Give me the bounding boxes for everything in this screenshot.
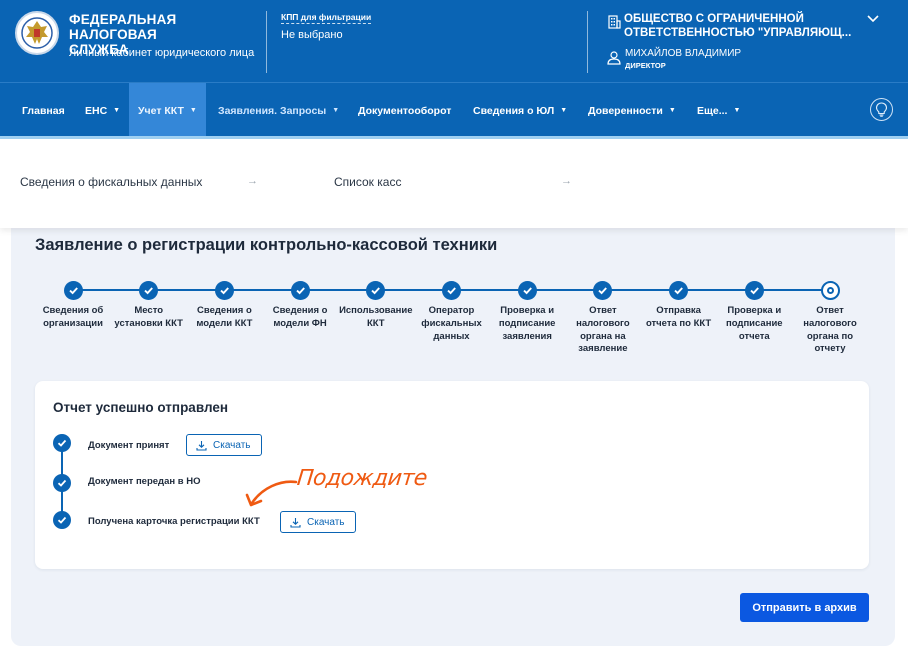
page-title: Заявление о регистрации контрольно-кассо… [35,236,498,254]
caret-down-icon: ▼ [560,107,568,114]
check-icon [53,511,71,529]
user-role: ДИРЕКТОР [625,61,666,70]
arrow-right-icon: → [561,175,572,187]
step-done-check-icon [593,280,613,300]
timeline-event-transferred: Документ передан в НО [88,476,201,487]
step-done-check-icon [517,280,537,300]
step-label: Проверка и подписание заявления [498,305,556,342]
step-done-check-icon [744,280,764,300]
step-label: Использование ККТ [339,305,413,329]
nav-item-label: Еще... [697,104,728,117]
kpp-filter-value[interactable]: Не выбрано [281,29,343,41]
nav-item-documents[interactable]: Документооборот [350,83,459,138]
user-name[interactable]: МИХАЙЛОВ ВЛАДИМИР [625,48,741,59]
organization-name[interactable]: ОБЩЕСТВО С ОГРАНИЧЕННОЙ ОТВЕТСТВЕННОСТЬЮ… [624,12,864,40]
annotation-arrow-icon [245,480,298,507]
step-label: Ответ налогового органа на заявление [576,305,630,355]
nav-item-label: Учет ККТ [138,104,184,117]
step-label: Сведения об организации [42,305,104,329]
nav-item-powers-of-attorney[interactable]: Доверенности ▼ [580,83,684,138]
chevron-down-icon[interactable] [866,12,880,26]
step-label: Сведения о модели ФН [272,305,328,329]
timeline-event-accepted: Документ принят [88,440,170,451]
check-icon [53,474,71,492]
nav-item-label: Документооборот [358,104,452,117]
caret-down-icon: ▼ [113,107,121,114]
nav-item-home[interactable]: Главная [14,83,73,138]
brand-subtitle: Личный кабинет юридического лица [69,47,255,59]
download-button-label: Скачать [213,439,251,451]
main-navigation: Главная ЕНС ▼ Учет ККТ ▼ Заявления. Запрос… [0,82,908,138]
caret-down-icon: ▼ [189,107,197,114]
step-label: Проверка и подписание отчета [726,305,783,342]
nav-item-label: Сведения о ЮЛ [473,104,555,117]
kkt-submenu: Сведения о фискальных данных → Список ка… [0,139,908,228]
timeline-event-card-received: Получена карточка регистрации ККТ [88,516,260,527]
download-icon [290,517,301,528]
kpp-filter-label[interactable]: КПП для фильтрации [281,12,372,24]
step-current-marker [820,280,840,300]
check-icon [53,434,71,452]
download-button-accepted[interactable]: Скачать [186,434,262,456]
top-header: ФЕДЕРАЛЬНАЯ НАЛОГОВАЯ СЛУЖБА Личный каби… [0,0,908,82]
user-icon [607,51,621,65]
lightbulb-icon[interactable] [870,98,893,121]
header-divider [266,11,267,73]
step-label: Отправка отчета по ККТ [645,305,712,329]
download-button-card[interactable]: Скачать [280,511,356,533]
step-done-check-icon [366,280,386,300]
step-done-check-icon [214,280,234,300]
nav-item-applications[interactable]: Заявления. Запросы ▼ [210,83,347,138]
fns-emblem-logo[interactable] [15,11,59,55]
nav-item-label: Заявления. Запросы [218,104,327,117]
send-to-archive-button[interactable]: Отправить в архив [740,593,869,622]
submenu-link-cash-registers[interactable]: Список касс [334,175,401,189]
handwritten-annotation: Подождите [295,466,429,491]
header-divider [587,11,588,73]
nav-item-ens[interactable]: ЕНС ▼ [77,83,128,138]
nav-item-more[interactable]: Еще... ▼ [689,83,748,138]
caret-down-icon: ▼ [332,107,340,114]
step-done-check-icon [442,280,461,300]
step-label: Место установки ККТ [114,305,183,329]
step-done-check-icon [63,280,83,300]
step-done-check-icon [139,280,159,300]
submenu-link-fiscal-data[interactable]: Сведения о фискальных данных [20,175,202,189]
step-done-check-icon [290,280,310,300]
building-icon [608,15,621,29]
step-label: Ответ налогового органа по отчету [803,305,857,355]
nav-item-company-info[interactable]: Сведения о ЮЛ ▼ [465,83,575,138]
caret-down-icon: ▼ [668,107,676,114]
download-button-label: Скачать [307,516,345,528]
step-label: Сведения о модели ККТ [196,305,253,329]
report-title: Отчет успешно отправлен [53,400,228,415]
download-icon [196,440,207,451]
caret-down-icon: ▼ [733,107,741,114]
nav-item-label: ЕНС [85,104,108,117]
nav-item-kkt[interactable]: Учет ККТ ▼ [129,83,206,138]
nav-item-label: Доверенности [588,104,663,117]
step-label: Оператор фискальных данных [421,305,482,342]
arrow-right-icon: → [247,175,258,187]
nav-item-label: Главная [22,104,65,117]
step-done-check-icon [669,280,689,300]
